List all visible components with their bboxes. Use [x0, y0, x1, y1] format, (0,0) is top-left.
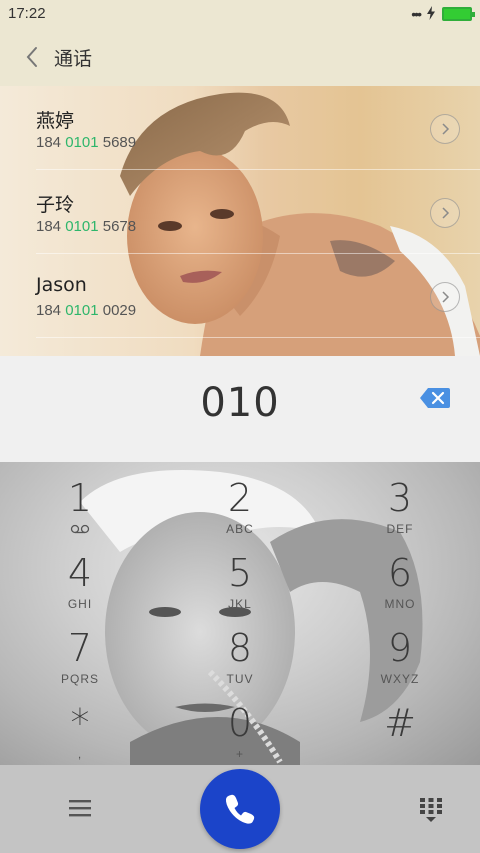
contact-detail-button[interactable]: [430, 198, 460, 228]
key-letters: +: [235, 747, 244, 761]
key-4[interactable]: 4 GHI: [0, 545, 160, 621]
key-9[interactable]: 9 WXYZ: [320, 620, 480, 696]
matched-digits: 0101: [65, 302, 99, 319]
contact-name: 子玲: [36, 194, 75, 216]
status-indicators: •••: [411, 6, 475, 22]
list-item[interactable]: 子玲 184 0101 5678: [0, 170, 480, 254]
divider: [36, 337, 480, 338]
key-digit: 0: [227, 701, 253, 745]
contact-name: Jason: [36, 274, 87, 296]
list-item[interactable]: Jason 184 0101 0029: [0, 254, 480, 338]
contact-suggestions: 燕婷 184 0101 5689 子玲 184 0101 5678 Jason …: [0, 86, 480, 356]
dialed-number-field[interactable]: 010: [0, 380, 480, 426]
key-1[interactable]: 1: [0, 470, 160, 546]
chevron-left-icon: [26, 47, 37, 67]
key-3[interactable]: 3 DEF: [320, 470, 480, 546]
battery-icon: [442, 7, 475, 21]
key-letters: PQRS: [60, 672, 99, 686]
backspace-button[interactable]: [418, 386, 452, 410]
matched-digits: 0101: [65, 218, 99, 235]
chevron-right-icon: [442, 123, 450, 135]
key-digit: 1: [67, 476, 93, 520]
keypad-toggle-button[interactable]: [416, 795, 446, 825]
phone-icon: [225, 794, 255, 824]
page-title: 通话: [54, 47, 93, 70]
status-time: 17:22: [8, 5, 46, 22]
key-letters: DEF: [386, 522, 414, 536]
contact-number: 184 0101 0029: [36, 302, 137, 319]
key-6[interactable]: 6 MNO: [320, 545, 480, 621]
contact-name: 燕婷: [36, 110, 75, 132]
key-digit: 7: [67, 626, 93, 670]
back-button[interactable]: [10, 35, 54, 79]
key-5[interactable]: 5 JKL: [160, 545, 320, 621]
key-letters: TUV: [226, 672, 254, 686]
key-digit: 9: [387, 626, 413, 670]
contact-detail-button[interactable]: [430, 282, 460, 312]
contact-number: 184 0101 5689: [36, 134, 137, 151]
key-8[interactable]: 8 TUV: [160, 620, 320, 696]
key-letters: MNO: [384, 597, 416, 611]
key-star[interactable]: * ,: [0, 695, 160, 765]
key-digit: 5: [227, 551, 253, 595]
key-7[interactable]: 7 PQRS: [0, 620, 160, 696]
key-0[interactable]: 0 +: [160, 695, 320, 765]
menu-button[interactable]: [64, 795, 96, 821]
key-hash[interactable]: #: [320, 695, 480, 765]
chevron-right-icon: [442, 291, 450, 303]
menu-icon: [69, 800, 91, 817]
status-bar: 17:22 •••: [0, 0, 480, 28]
key-digit: 4: [67, 551, 93, 595]
dial-input-bar: 010: [0, 356, 480, 462]
matched-digits: 0101: [65, 134, 99, 151]
backspace-icon: [420, 388, 450, 408]
voicemail-icon: [70, 524, 90, 534]
dial-keypad: 1 2 ABC 3 DEF 4 GHI 5 JKL 6 MNO 7 PQRS 8…: [0, 462, 480, 765]
key-digit: 3: [387, 476, 413, 520]
charging-icon: [426, 6, 436, 22]
key-letters: ABC: [226, 522, 254, 536]
key-letters: GHI: [67, 597, 93, 611]
signal-dots-icon: •••: [411, 6, 422, 22]
key-digit: #: [384, 701, 416, 745]
key-letters: ,: [77, 747, 83, 761]
call-button[interactable]: [200, 769, 280, 849]
key-digit: *: [70, 701, 90, 745]
key-letters: JKL: [228, 597, 252, 611]
key-2[interactable]: 2 ABC: [160, 470, 320, 546]
header: 通话: [0, 28, 480, 86]
contact-number: 184 0101 5678: [36, 218, 137, 235]
bottom-action-bar: [0, 765, 480, 853]
key-digit: 2: [227, 476, 253, 520]
contact-detail-button[interactable]: [430, 114, 460, 144]
key-digit: 6: [387, 551, 413, 595]
keypad-collapse-icon: [420, 798, 442, 822]
chevron-right-icon: [442, 207, 450, 219]
list-item[interactable]: 燕婷 184 0101 5689: [0, 86, 480, 170]
key-letters: WXYZ: [380, 672, 420, 686]
key-digit: 8: [227, 626, 253, 670]
